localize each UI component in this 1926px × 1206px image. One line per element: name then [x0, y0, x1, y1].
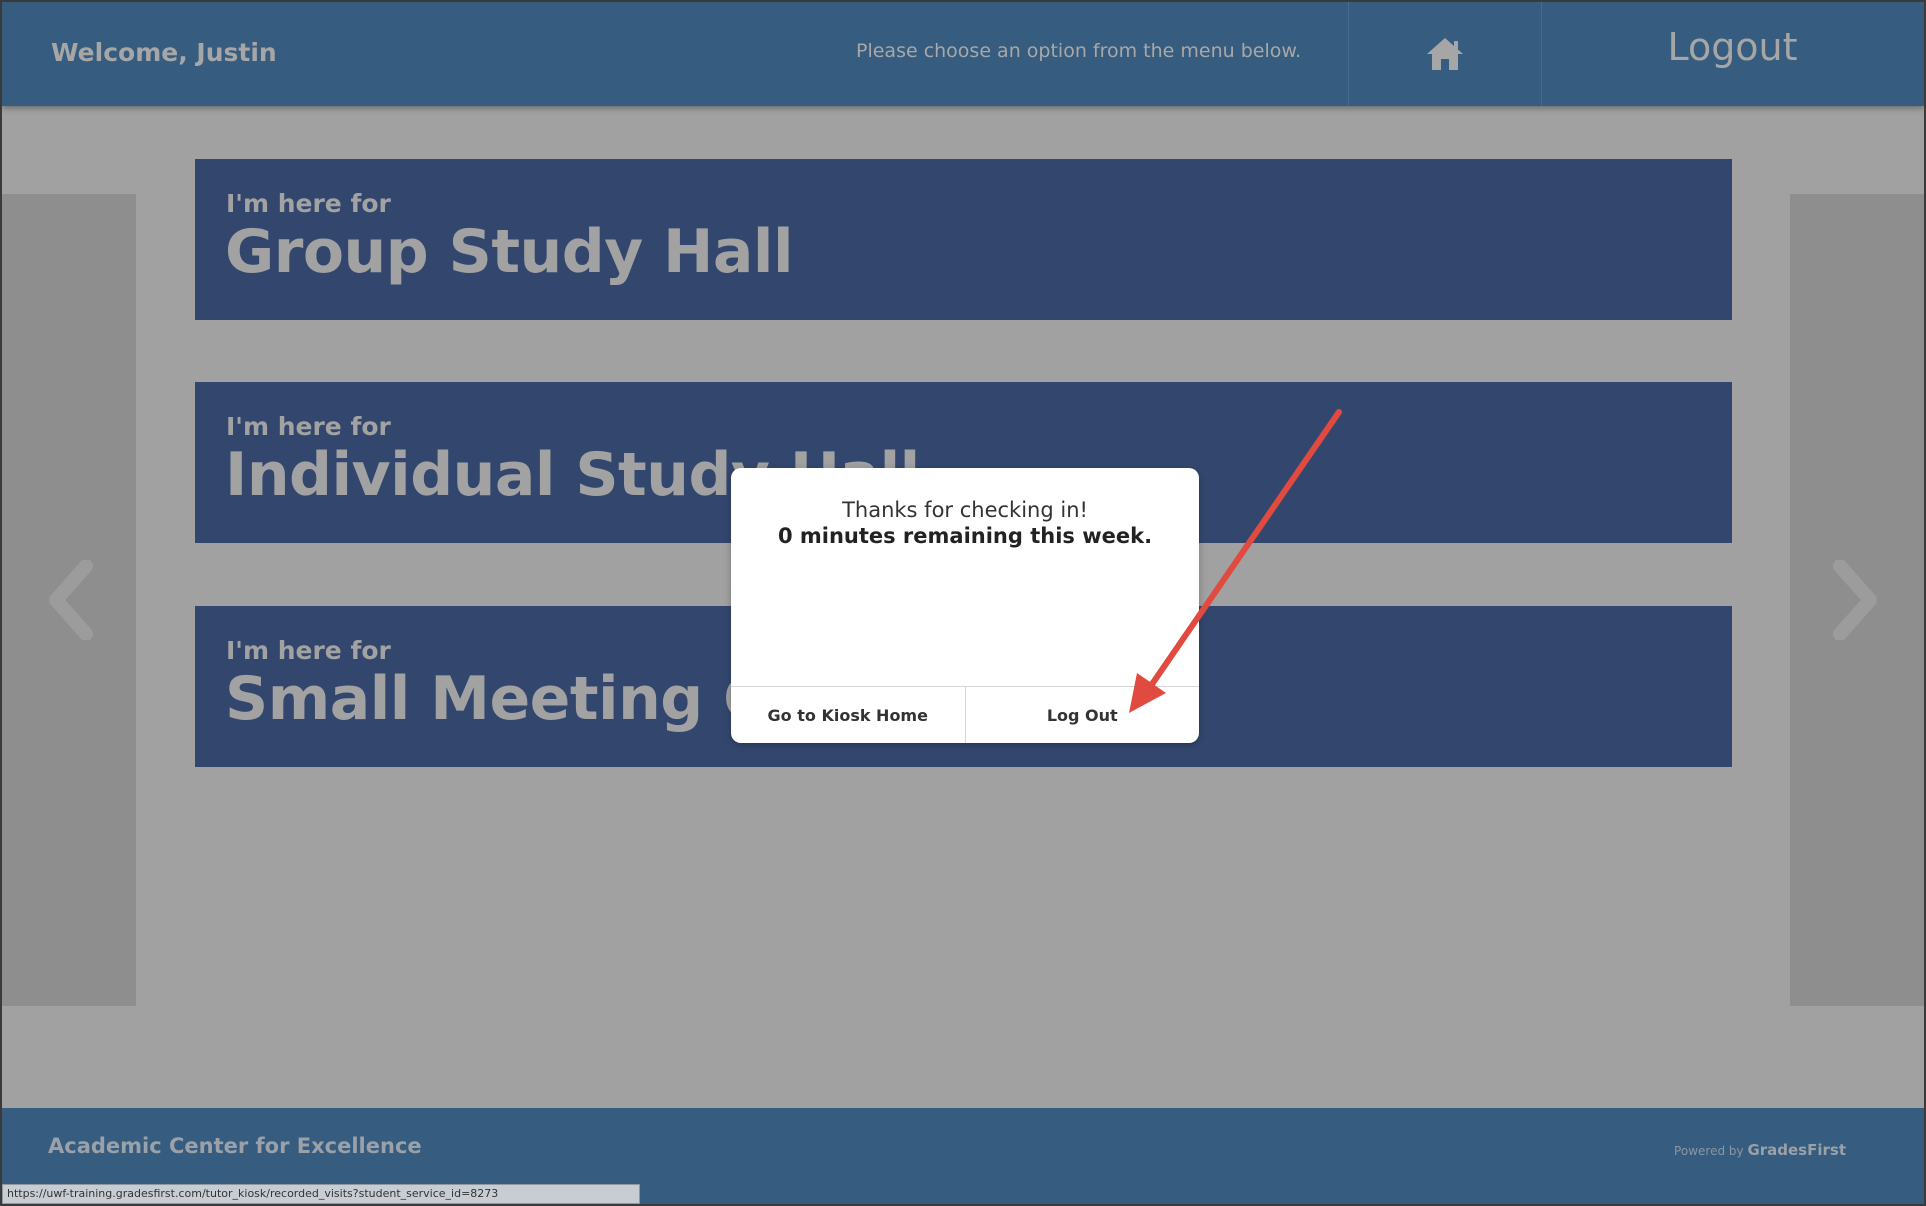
dialog-message: Thanks for checking in!	[842, 498, 1088, 522]
go-to-kiosk-home-button[interactable]: Go to Kiosk Home	[731, 687, 965, 743]
dialog-button-row: Go to Kiosk Home Log Out	[731, 686, 1199, 743]
option-group-study-hall[interactable]: I'm here for Group Study Hall	[195, 159, 1732, 320]
powered-prefix: Powered by	[1674, 1144, 1744, 1158]
home-icon	[1427, 38, 1463, 70]
home-button[interactable]	[1348, 2, 1542, 106]
top-header: Welcome, Justin Please choose an option …	[2, 2, 1924, 106]
logout-link[interactable]: Logout	[1541, 2, 1924, 106]
option-title: Group Study Hall	[225, 217, 794, 287]
powered-brand: GradesFirst	[1747, 1141, 1846, 1159]
option-prefix: I'm here for	[226, 412, 391, 441]
carousel-next-panel[interactable]	[1790, 194, 1924, 1006]
check-in-dialog: Thanks for checking in! 0 minutes remain…	[731, 468, 1199, 743]
footer-org-name: Academic Center for Excellence	[48, 1134, 422, 1158]
menu-instructions: Please choose an option from the menu be…	[856, 40, 1302, 62]
chevron-right-icon	[1833, 560, 1877, 640]
option-prefix: I'm here for	[226, 636, 391, 665]
chevron-left-icon	[49, 560, 93, 640]
kiosk-window: Welcome, Justin Please choose an option …	[0, 0, 1926, 1206]
minutes-remaining: 0 minutes remaining this week.	[777, 524, 1153, 548]
status-bar-url: https://uwf-training.gradesfirst.com/tut…	[2, 1184, 640, 1204]
option-prefix: I'm here for	[226, 189, 391, 218]
log-out-button[interactable]: Log Out	[964, 687, 1200, 743]
powered-by: Powered by GradesFirst	[1674, 1141, 1846, 1159]
carousel-prev-panel[interactable]	[2, 194, 136, 1006]
welcome-text: Welcome, Justin	[51, 38, 277, 67]
